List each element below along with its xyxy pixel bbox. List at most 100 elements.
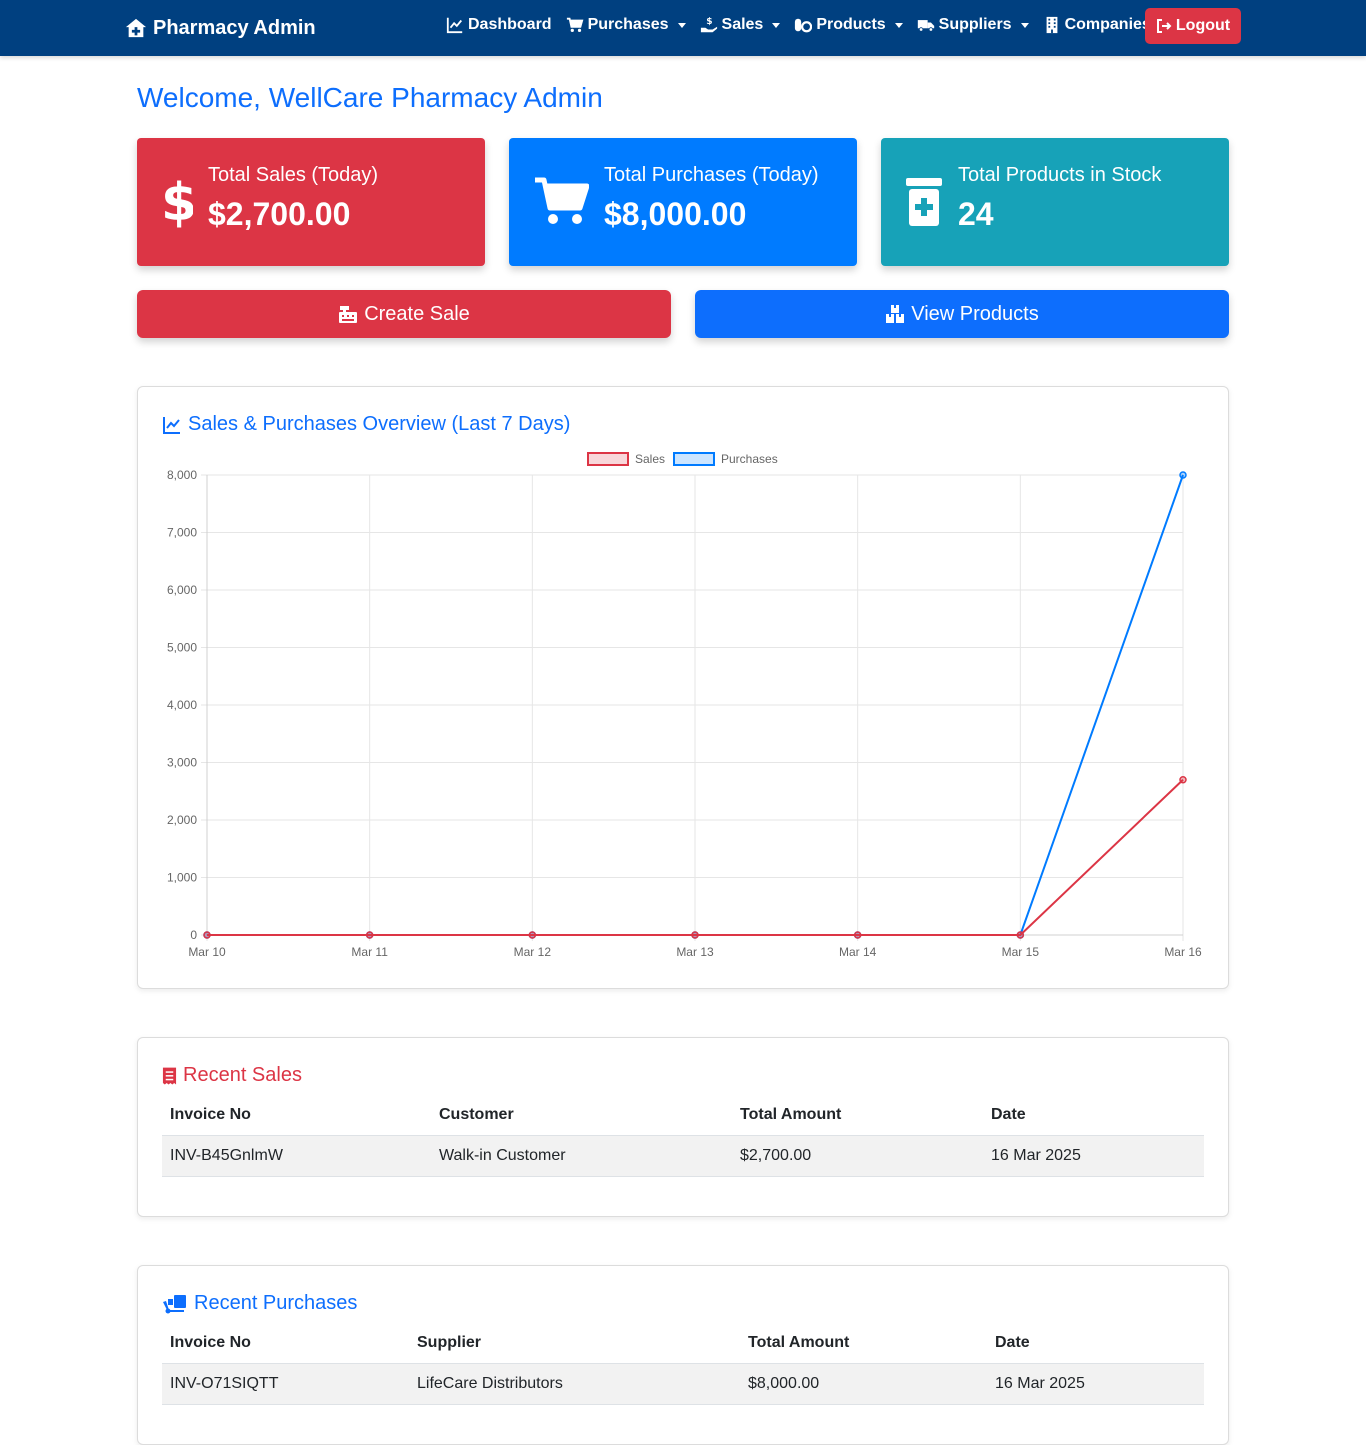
recent-purchases-table: Invoice No Supplier Total Amount Date IN…	[162, 1323, 1204, 1405]
brand-label: Pharmacy Admin	[153, 16, 316, 39]
hand-holding-dollar-icon: $	[700, 17, 717, 33]
recent-sales-card: Recent Sales Invoice No Customer Total A…	[137, 1037, 1229, 1217]
building-icon	[1046, 16, 1057, 34]
chevron-down-icon	[894, 22, 903, 28]
stat-value: $2,700.00	[208, 196, 351, 232]
legend-swatch	[673, 452, 715, 466]
nav-item-label: Purchases	[587, 16, 669, 33]
create-sale-label: Create Sale	[364, 302, 470, 325]
table-cell: INV-O71SIQTT	[162, 1363, 409, 1405]
y-tick-label: 0	[190, 928, 197, 942]
x-tick-label: Mar 14	[839, 945, 877, 959]
table-row: INV-B45GnlmW Walk-in Customer $2,700.00 …	[162, 1135, 1204, 1177]
y-tick-label: 3,000	[167, 756, 197, 770]
table-row: INV-O71SIQTT LifeCare Distributors $8,00…	[162, 1363, 1204, 1405]
table-header-row: Invoice No Supplier Total Amount Date	[162, 1323, 1204, 1364]
nav-item-suppliers[interactable]: Suppliers	[917, 16, 1029, 34]
recent-sales-table: Invoice No Customer Total Amount Date IN…	[162, 1095, 1204, 1177]
nav-item-label: Sales	[721, 16, 764, 33]
x-tick-label: Mar 10	[188, 945, 226, 959]
x-tick-label: Mar 13	[676, 945, 714, 959]
x-tick-label: Mar 15	[1002, 945, 1040, 959]
legend-swatch	[587, 452, 629, 466]
y-tick-label: 5,000	[167, 641, 197, 655]
sales-purchases-chart: 0 1,000 2,000 3,000 4,000 5,000 6,000 7,000 8,00…	[167, 452, 1202, 959]
logout-button[interactable]: Logout	[1145, 8, 1241, 44]
truck-icon	[917, 20, 934, 32]
x-tick-label: Mar 11	[351, 945, 388, 959]
brand[interactable]: Pharmacy Admin	[125, 15, 316, 41]
table-cell: Walk-in Customer	[431, 1135, 732, 1177]
column-header: Invoice No	[162, 1323, 409, 1364]
nav-item-label: Dashboard	[468, 16, 552, 33]
y-tick-label: 7,000	[167, 526, 197, 540]
column-header: Total Amount	[740, 1323, 987, 1364]
column-header: Date	[983, 1095, 1204, 1136]
x-tick-label: Mar 12	[514, 945, 552, 959]
nav-item-dashboard[interactable]: Dashboard	[446, 16, 552, 34]
column-header: Invoice No	[162, 1095, 431, 1136]
truck-loading-icon	[163, 1294, 186, 1313]
data-point	[1016, 931, 1025, 939]
data-point	[1179, 471, 1187, 479]
y-tick-label: 8,000	[167, 468, 197, 482]
receipt-icon	[162, 1067, 177, 1084]
x-tick-label: Mar 16	[1164, 945, 1202, 959]
data-point	[203, 931, 211, 939]
chevron-down-icon	[772, 22, 781, 28]
column-header: Customer	[431, 1095, 732, 1136]
chevron-down-icon	[677, 22, 686, 28]
nav-item-sales[interactable]: $ Sales	[700, 16, 781, 34]
nav-item-label: Companies	[1064, 16, 1151, 33]
pills-icon	[795, 18, 813, 33]
data-point	[528, 931, 537, 939]
nav-item-purchases[interactable]: Purchases	[566, 16, 686, 34]
nav-item-label: Suppliers	[938, 16, 1012, 33]
nav-menu: Dashboard Purchases $ Sales Products Sup…	[446, 16, 1182, 34]
navbar: Pharmacy Admin Dashboard Purchases $ Sal…	[0, 0, 1366, 56]
column-header: Total Amount	[732, 1095, 983, 1136]
stat-label: Total Sales (Today)	[208, 164, 379, 186]
data-point	[365, 931, 374, 939]
dollar-icon: $	[161, 174, 193, 228]
y-tick-label: 2,000	[167, 813, 197, 827]
clinic-medical-icon	[125, 18, 147, 38]
table-cell: $2,700.00	[732, 1135, 983, 1177]
logout-label: Logout	[1175, 17, 1231, 34]
table-cell: LifeCare Distributors	[409, 1363, 740, 1405]
cash-register-icon	[339, 306, 358, 323]
nav-item-products[interactable]: Products	[794, 16, 903, 34]
chevron-down-icon	[1020, 22, 1029, 28]
legend-label: Purchases	[721, 452, 778, 466]
data-point	[853, 931, 862, 939]
stat-card-purchases: Total Purchases (Today) $8,000.00	[509, 138, 857, 266]
svg-text:$: $	[706, 17, 712, 27]
cart-icon	[535, 177, 589, 224]
page-title: Welcome, WellCare Pharmacy Admin	[137, 82, 603, 113]
recent-sales-title: Recent Sales	[162, 1064, 302, 1087]
create-sale-button[interactable]: Create Sale	[137, 290, 671, 338]
data-point	[1179, 776, 1187, 784]
recent-sales-label: Recent Sales	[183, 1064, 302, 1086]
cart-icon	[566, 17, 583, 33]
table-header-row: Invoice No Customer Total Amount Date	[162, 1095, 1204, 1136]
stat-card-products: Total Products in Stock 24	[881, 138, 1229, 266]
stat-label: Total Purchases (Today)	[604, 164, 819, 186]
nav-item-label: Products	[816, 16, 886, 33]
view-products-label: View Products	[911, 302, 1039, 325]
prescription-bottle-icon	[906, 178, 942, 226]
svg-text:$: $	[161, 174, 193, 228]
table-cell: $8,000.00	[740, 1363, 987, 1405]
column-header: Date	[987, 1323, 1204, 1364]
data-point	[691, 931, 699, 939]
stat-card-sales: $ Total Sales (Today) $2,700.00	[137, 138, 485, 266]
view-products-button[interactable]: View Products	[695, 290, 1229, 338]
recent-purchases-card: Recent Purchases Invoice No Supplier Tot…	[137, 1265, 1229, 1445]
column-header: Supplier	[409, 1323, 740, 1364]
stat-value: $8,000.00	[604, 196, 747, 232]
table-cell: INV-B45GnlmW	[162, 1135, 431, 1177]
boxes-icon	[886, 305, 905, 323]
legend-label: Sales	[635, 452, 665, 466]
recent-purchases-label: Recent Purchases	[194, 1292, 358, 1314]
stat-value: 24	[958, 196, 994, 232]
